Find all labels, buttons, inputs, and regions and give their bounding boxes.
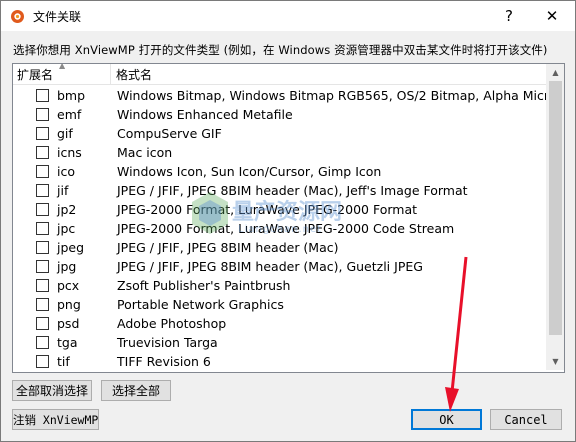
vertical-scrollbar[interactable]: ▲ ▼ — [546, 64, 564, 370]
list-row[interactable]: gif CompuServe GIF — [13, 124, 546, 143]
title-bar: 文件关联 ? ✕ — [1, 1, 575, 31]
list-row[interactable]: psd Adobe Photoshop — [13, 314, 546, 333]
scrollbar-thumb[interactable] — [549, 81, 562, 335]
row-extension: icns — [57, 145, 82, 160]
sort-ascending-icon: ▲ — [59, 63, 66, 70]
row-extension: gif — [57, 126, 73, 141]
list-row[interactable]: jif JPEG / JFIF, JPEG 8BIM header (Mac), … — [13, 181, 546, 200]
row-checkbox[interactable] — [36, 241, 49, 254]
row-format-name: JPEG / JFIF, JPEG 8BIM header (Mac) — [117, 240, 339, 255]
list-row[interactable]: ico Windows Icon, Sun Icon/Cursor, Gimp I… — [13, 162, 546, 181]
row-checkbox[interactable] — [36, 279, 49, 292]
row-checkbox[interactable] — [36, 317, 49, 330]
row-format-name: JPEG-2000 Format, LuraWave JPEG-2000 Cod… — [117, 221, 455, 236]
row-extension: psd — [57, 316, 80, 331]
row-extension: jpeg — [57, 240, 85, 255]
scroll-down-arrow-icon[interactable]: ▼ — [547, 353, 564, 370]
row-format-name: TIFF Revision 6 — [117, 354, 211, 369]
row-format-name: Windows Enhanced Metafile — [117, 107, 293, 122]
row-format-name: Adobe Photoshop — [117, 316, 227, 331]
unregister-button[interactable]: 注销 XnViewMP — [12, 409, 99, 430]
row-checkbox[interactable] — [36, 165, 49, 178]
row-format-name: CompuServe GIF — [117, 126, 222, 141]
list-rows: bmp Windows Bitmap, Windows Bitmap RGB565… — [13, 86, 564, 371]
row-format-name: Portable Network Graphics — [117, 297, 284, 312]
file-type-list[interactable]: 扩展名 ▲ 格式名 bmp Windows Bitmap, Windows Bit… — [12, 63, 565, 373]
list-row[interactable]: emf Windows Enhanced Metafile — [13, 105, 546, 124]
window-title: 文件关联 — [33, 10, 82, 24]
list-row[interactable]: jpc JPEG-2000 Format, LuraWave JPEG-2000 … — [13, 219, 546, 238]
list-row[interactable]: png Portable Network Graphics — [13, 295, 546, 314]
row-checkbox[interactable] — [36, 184, 49, 197]
xnview-app-icon — [11, 10, 24, 23]
row-checkbox[interactable] — [36, 146, 49, 159]
row-format-name: Windows Icon, Sun Icon/Cursor, Gimp Icon — [117, 164, 382, 179]
close-icon[interactable]: ✕ — [539, 5, 565, 27]
instruction-text: 选择你想用 XnViewMP 打开的文件类型 (例如，在 Windows 资源管… — [13, 43, 548, 57]
list-row[interactable]: jpeg JPEG / JFIF, JPEG 8BIM header (Mac) — [13, 238, 546, 257]
list-row[interactable]: tif TIFF Revision 6 — [13, 352, 546, 371]
row-extension: bmp — [57, 88, 86, 103]
row-format-name: JPEG-2000 Format, LuraWave JPEG-2000 For… — [117, 202, 417, 217]
row-checkbox[interactable] — [36, 89, 49, 102]
row-extension: emf — [57, 107, 82, 122]
row-checkbox[interactable] — [36, 336, 49, 349]
row-checkbox[interactable] — [36, 222, 49, 235]
row-checkbox[interactable] — [36, 203, 49, 216]
list-row[interactable]: tga Truevision Targa — [13, 333, 546, 352]
row-extension: pcx — [57, 278, 80, 293]
cancel-button[interactable]: Cancel — [490, 409, 562, 430]
column-header-format[interactable]: 格式名 — [116, 64, 546, 84]
row-checkbox[interactable] — [36, 298, 49, 311]
list-row[interactable]: pcx Zsoft Publisher's Paintbrush — [13, 276, 546, 295]
help-icon[interactable]: ? — [497, 5, 521, 27]
row-format-name: Truevision Targa — [117, 335, 218, 350]
row-extension: tga — [57, 335, 78, 350]
file-association-dialog: 文件关联 ? ✕ 选择你想用 XnViewMP 打开的文件类型 (例如，在 Wi… — [0, 0, 576, 442]
column-divider[interactable] — [110, 64, 111, 84]
list-row[interactable]: icns Mac icon — [13, 143, 546, 162]
row-extension: jpc — [57, 221, 76, 236]
ok-button[interactable]: OK — [411, 409, 482, 430]
row-checkbox[interactable] — [36, 127, 49, 140]
row-format-name: JPEG / JFIF, JPEG 8BIM header (Mac), Gue… — [117, 259, 423, 274]
row-extension: ico — [57, 164, 75, 179]
row-extension: tif — [57, 354, 70, 369]
row-extension: png — [57, 297, 81, 312]
select-all-button[interactable]: 选择全部 — [101, 380, 171, 401]
row-extension: jp2 — [57, 202, 77, 217]
deselect-all-button[interactable]: 全部取消选择 — [12, 380, 92, 401]
row-checkbox[interactable] — [36, 355, 49, 368]
row-checkbox[interactable] — [36, 260, 49, 273]
list-row[interactable]: bmp Windows Bitmap, Windows Bitmap RGB565… — [13, 86, 564, 105]
scroll-up-arrow-icon[interactable]: ▲ — [547, 64, 564, 81]
list-row[interactable]: jp2 JPEG-2000 Format, LuraWave JPEG-2000 … — [13, 200, 546, 219]
row-format-name: Windows Bitmap, Windows Bitmap RGB565, O… — [117, 88, 565, 103]
row-format-name: Zsoft Publisher's Paintbrush — [117, 278, 291, 293]
list-row[interactable]: jpg JPEG / JFIF, JPEG 8BIM header (Mac), … — [13, 257, 546, 276]
row-format-name: JPEG / JFIF, JPEG 8BIM header (Mac), Jef… — [117, 183, 468, 198]
row-extension: jif — [57, 183, 69, 198]
row-extension: jpg — [57, 259, 77, 274]
row-format-name: Mac icon — [117, 145, 173, 160]
list-header: 扩展名 ▲ 格式名 — [13, 64, 546, 85]
row-checkbox[interactable] — [36, 108, 49, 121]
